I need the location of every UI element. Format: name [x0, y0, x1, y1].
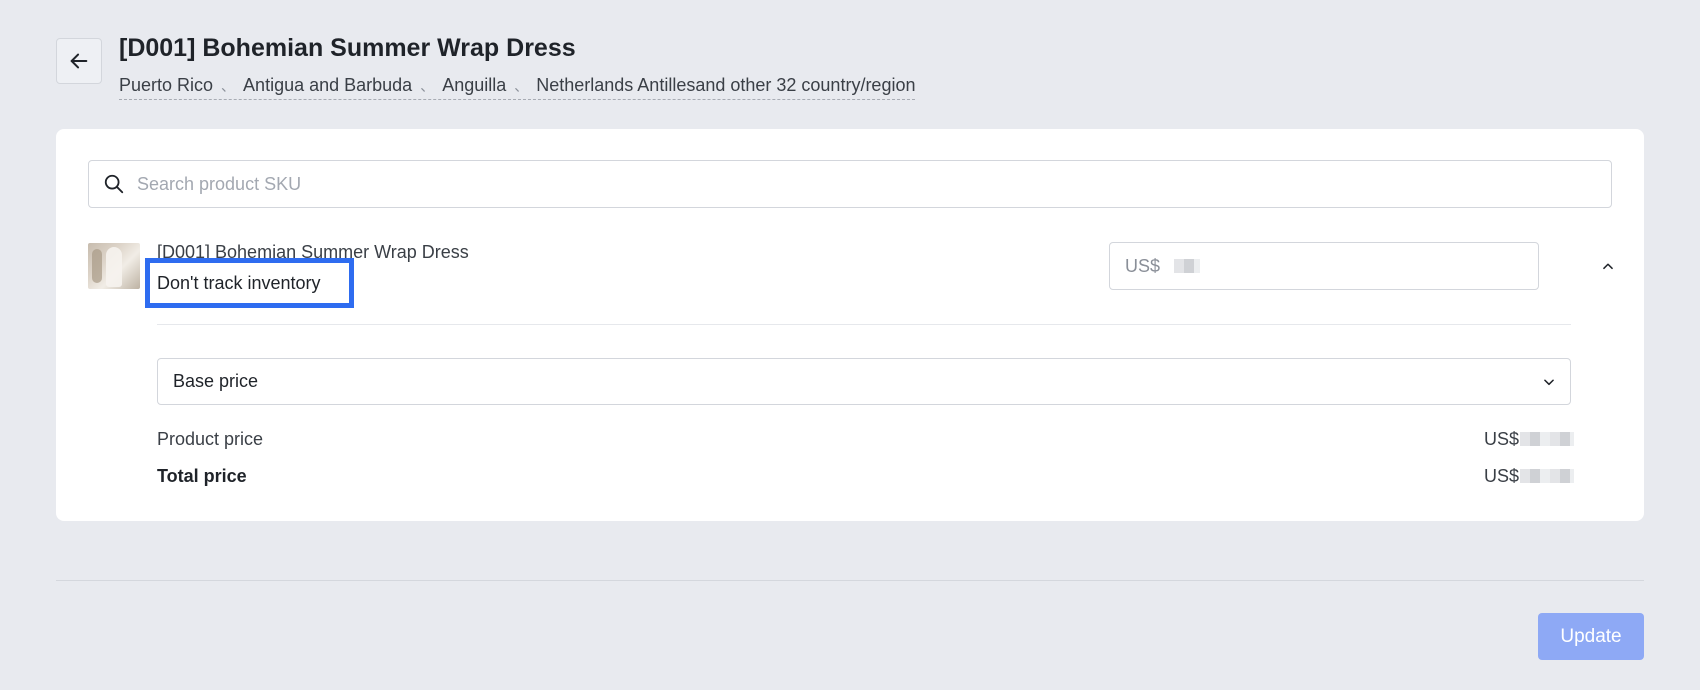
region-item: Anguilla — [442, 75, 507, 95]
price-type-select[interactable]: Base price — [157, 358, 1571, 405]
search-input[interactable] — [135, 172, 1611, 196]
price-type-selected: Base price — [173, 371, 259, 391]
arrow-left-icon — [68, 50, 90, 72]
region-separator: 、 — [221, 78, 236, 94]
region-separator: 、 — [514, 78, 529, 94]
update-button[interactable]: Update — [1538, 613, 1644, 660]
price-input[interactable]: US$ — [1109, 242, 1539, 290]
masked-price-value — [1174, 259, 1201, 273]
masked-total-price — [1520, 469, 1574, 483]
region-separator: 、 — [420, 78, 435, 94]
region-item: Puerto Rico — [119, 75, 214, 95]
product-price-label: Product price — [157, 429, 264, 449]
total-price-row: Total price US$ — [157, 464, 1574, 488]
region-item: Antigua and Barbuda — [243, 75, 413, 95]
back-button[interactable] — [56, 38, 102, 84]
search-box[interactable] — [88, 160, 1612, 208]
product-price-card: [D001] Bohemian Summer Wrap Dress Don't … — [56, 129, 1644, 521]
footer-divider — [56, 580, 1644, 581]
divider — [157, 324, 1571, 325]
chevron-down-icon — [1542, 375, 1556, 389]
page-title: [D001] Bohemian Summer Wrap Dress — [119, 34, 576, 62]
inventory-status: Don't track inventory — [145, 258, 354, 308]
product-price-row: Product price US$ — [157, 427, 1574, 451]
product-price-value: US$ — [1484, 427, 1574, 451]
search-icon — [103, 173, 125, 195]
collapse-button[interactable] — [1596, 254, 1620, 278]
chevron-up-icon — [1601, 259, 1615, 273]
region-more-label: and other 32 country/region — [695, 75, 916, 95]
masked-product-price — [1520, 432, 1574, 446]
currency-prefix: US$ — [1125, 255, 1161, 276]
region-item: Netherlands Antilles — [536, 75, 696, 95]
region-list[interactable]: Puerto Rico 、 Antigua and Barbuda 、 Anguilla… — [119, 73, 916, 100]
product-thumbnail — [88, 243, 140, 289]
product-price-currency: US$ — [1483, 429, 1519, 449]
total-price-value: US$ — [1484, 464, 1574, 488]
total-price-currency: US$ — [1483, 466, 1519, 486]
total-price-label: Total price — [157, 466, 247, 486]
